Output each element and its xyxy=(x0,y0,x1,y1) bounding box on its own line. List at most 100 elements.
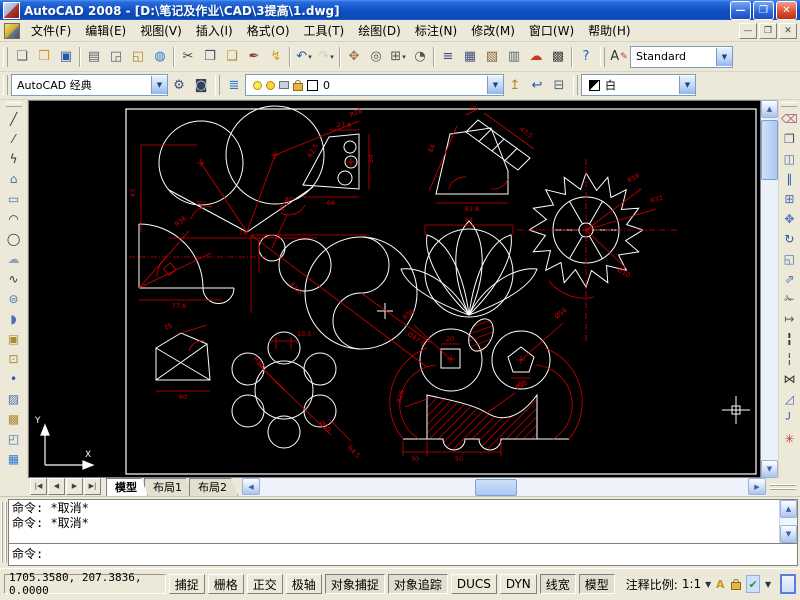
layer-lock-icon[interactable] xyxy=(293,83,303,91)
annotation-visibility-icon[interactable]: A xyxy=(714,576,726,592)
redo-button[interactable]: ↷▾ xyxy=(315,46,337,68)
toolbar-grip[interactable] xyxy=(600,47,605,67)
mdi-restore-button[interactable]: ❐ xyxy=(759,23,777,39)
polygon-button[interactable]: ⌂ xyxy=(4,169,24,189)
table-button[interactable]: ▦ xyxy=(4,449,24,469)
menu-dimension[interactable]: 标注(N) xyxy=(408,20,464,41)
array-button[interactable]: ⊞ xyxy=(779,189,799,209)
chevron-down-icon[interactable]: ▼ xyxy=(705,580,711,589)
annotation-scale[interactable]: 注释比例: 1:1 ▼ xyxy=(626,576,712,593)
text-style-select[interactable]: Standard ▼ xyxy=(630,46,733,68)
command-window-grip[interactable] xyxy=(766,478,800,496)
color-select[interactable]: 白 ▼ xyxy=(581,74,696,96)
command-history[interactable]: 命令: *取消*命令: *取消* xyxy=(9,500,779,543)
layer-states-manager-button[interactable]: ⊟ xyxy=(548,74,570,96)
plot-button[interactable]: ▤ xyxy=(83,46,105,68)
scroll-right-button[interactable]: ▶ xyxy=(748,478,766,495)
line-button[interactable]: ╱ xyxy=(4,109,24,129)
gradient-button[interactable]: ▩ xyxy=(4,409,24,429)
chevron-down-icon[interactable]: ▼ xyxy=(716,48,732,66)
toggle-otrack[interactable]: 对象追踪 xyxy=(388,574,448,594)
layer-select[interactable]: 0 ▼ xyxy=(245,74,504,96)
toggle-osnap[interactable]: 对象捕捉 xyxy=(325,574,385,594)
break-button[interactable]: ╎ xyxy=(779,349,799,369)
menu-insert[interactable]: 插入(I) xyxy=(189,20,240,41)
vertical-scroll-thumb[interactable] xyxy=(761,120,778,180)
region-button[interactable]: ◰ xyxy=(4,429,24,449)
menu-draw[interactable]: 绘图(D) xyxy=(351,20,408,41)
close-button[interactable]: ✕ xyxy=(776,1,797,20)
designcenter-button[interactable]: ▦ xyxy=(459,46,481,68)
restore-button[interactable]: ❐ xyxy=(753,1,774,20)
zoom-previous-button[interactable]: ◔ xyxy=(409,46,431,68)
cut-button[interactable]: ✂ xyxy=(177,46,199,68)
sheet-set-manager-button[interactable]: ▥ xyxy=(503,46,525,68)
toolbar-grip[interactable] xyxy=(6,102,22,107)
zoom-realtime-button[interactable]: ◎ xyxy=(365,46,387,68)
copy-button[interactable]: ❐ xyxy=(199,46,221,68)
prev-tab-button[interactable]: ◀ xyxy=(48,478,65,495)
quickcalc-button[interactable]: ▩ xyxy=(547,46,569,68)
menu-modify[interactable]: 修改(M) xyxy=(464,20,522,41)
trim-button[interactable]: ✁ xyxy=(779,289,799,309)
scroll-up-button[interactable]: ▲ xyxy=(761,100,778,118)
toggle-lineweight[interactable]: 线宽 xyxy=(540,574,576,594)
extend-button[interactable]: ↦ xyxy=(779,309,799,329)
scroll-left-button[interactable]: ◀ xyxy=(242,478,260,495)
command-scroll-track[interactable] xyxy=(780,518,797,525)
tab-layout2[interactable]: 布局2 xyxy=(189,478,238,496)
first-tab-button[interactable]: |◀ xyxy=(30,478,47,495)
stretch-button[interactable]: ⇗ xyxy=(779,269,799,289)
block-editor-button[interactable]: ↯ xyxy=(265,46,287,68)
my-workspace-button[interactable]: ◙ xyxy=(190,74,212,96)
menu-file[interactable]: 文件(F) xyxy=(24,20,78,41)
menu-view[interactable]: 视图(V) xyxy=(133,20,189,41)
move-button[interactable]: ✥ xyxy=(779,209,799,229)
join-button[interactable]: ⋈ xyxy=(779,369,799,389)
redo-dropdown[interactable]: ▾ xyxy=(330,53,334,61)
menu-help[interactable]: 帮助(H) xyxy=(581,20,637,41)
command-window-handle[interactable] xyxy=(0,499,8,566)
spline-button[interactable]: ∿ xyxy=(4,269,24,289)
workspace-settings-button[interactable]: ⚙ xyxy=(168,74,190,96)
clean-screen-button[interactable] xyxy=(780,574,796,594)
layer-plot-icon[interactable] xyxy=(279,81,289,89)
properties-button[interactable]: ≡ xyxy=(437,46,459,68)
fillet-button[interactable]: ╯ xyxy=(779,409,799,429)
rotate-button[interactable]: ↻ xyxy=(779,229,799,249)
toggle-grid[interactable]: 栅格 xyxy=(208,574,244,594)
toggle-ortho[interactable]: 正交 xyxy=(247,574,283,594)
point-button[interactable]: • xyxy=(4,369,24,389)
chamfer-button[interactable]: ◿ xyxy=(779,389,799,409)
command-scroll-up-button[interactable]: ▲ xyxy=(780,500,797,518)
erase-button[interactable]: ⌫ xyxy=(779,109,799,129)
toolbar-grip[interactable] xyxy=(3,47,8,67)
last-tab-button[interactable]: ▶| xyxy=(84,478,101,495)
zoom-window-button[interactable]: ⊞▾ xyxy=(387,46,409,68)
make-object-layer-current-button[interactable]: ↥ xyxy=(504,74,526,96)
arc-button[interactable]: ◠ xyxy=(4,209,24,229)
explode-button[interactable]: ✳ xyxy=(779,429,799,449)
chevron-down-icon[interactable]: ▼ xyxy=(679,76,695,94)
mirror-button[interactable]: ◫ xyxy=(779,149,799,169)
autocad-app-icon[interactable] xyxy=(3,2,20,19)
rectangle-button[interactable]: ▭ xyxy=(4,189,24,209)
layer-previous-button[interactable]: ↩ xyxy=(526,74,548,96)
coordinate-display[interactable]: 1705.3580, 207.3836, 0.0000 xyxy=(4,574,166,594)
polyline-button[interactable]: ϟ xyxy=(4,149,24,169)
save-button[interactable]: ▣ xyxy=(55,46,77,68)
toggle-ducs[interactable]: DUCS xyxy=(451,574,497,594)
toolbar-grip[interactable] xyxy=(3,75,8,95)
pan-button[interactable]: ✥ xyxy=(343,46,365,68)
mdi-close-button[interactable]: ✕ xyxy=(779,23,797,39)
toolbar-grip[interactable] xyxy=(215,75,220,95)
plot-preview-button[interactable]: ◲ xyxy=(105,46,127,68)
toolbar-grip[interactable] xyxy=(573,75,578,95)
undo-button[interactable]: ↶▾ xyxy=(293,46,315,68)
menu-edit[interactable]: 编辑(E) xyxy=(78,20,133,41)
copy-object-button[interactable]: ❐ xyxy=(779,129,799,149)
scroll-down-button[interactable]: ▼ xyxy=(761,460,778,478)
web-button[interactable]: ◍ xyxy=(149,46,171,68)
chevron-down-icon[interactable]: ▼ xyxy=(487,76,503,94)
ellipse-button[interactable]: ⊜ xyxy=(4,289,24,309)
